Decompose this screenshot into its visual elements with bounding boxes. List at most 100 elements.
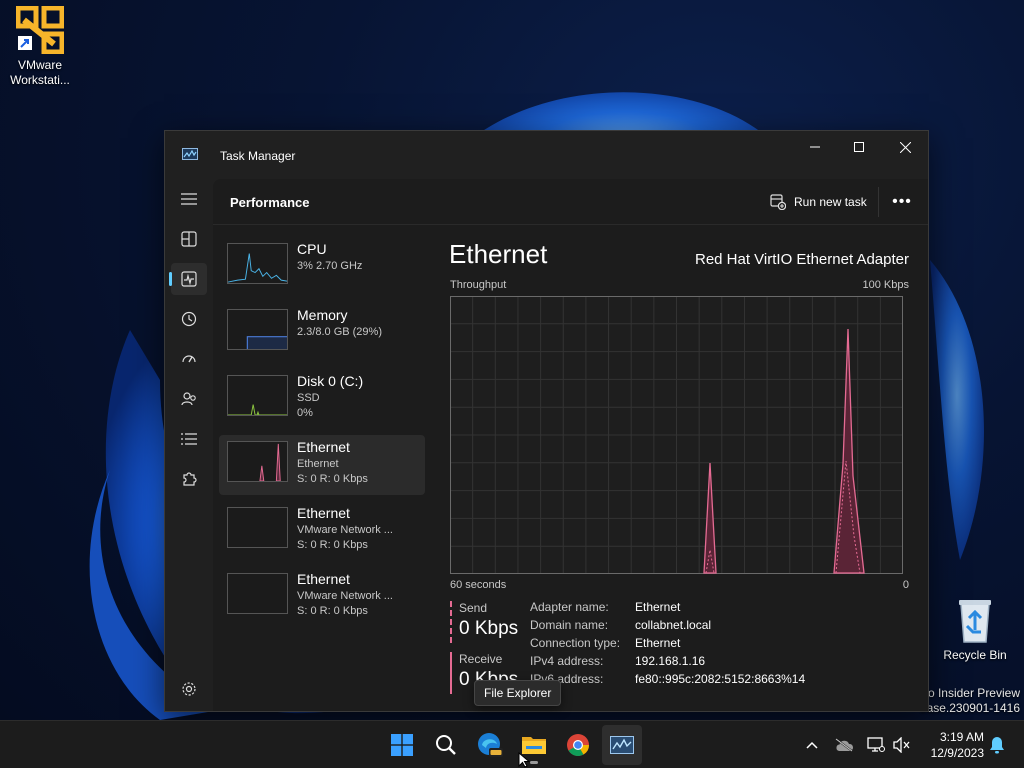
desktop-icon-vmware[interactable]: VMware Workstati... [0, 5, 80, 88]
page-title: Performance [230, 195, 310, 210]
property-key: IPv4 address: [530, 654, 604, 668]
property-row: IPv6 address: fe80::995c:2082:5152:8663%… [530, 672, 805, 690]
device-ethernet-vmware-1[interactable]: Ethernet VMware Network ... S: 0 R: 0 Kb… [219, 501, 425, 561]
device-list: CPU 3% 2.70 GHz Memory 2.3/8.0 GB (29%) … [219, 237, 425, 633]
search-button[interactable] [426, 725, 466, 765]
taskbar-task-manager[interactable] [602, 725, 642, 765]
device-stat: S: 0 R: 0 Kbps [297, 473, 368, 485]
system-clock[interactable]: 3:19 AM 12/9/2023 [918, 729, 984, 761]
throughput-label: Throughput [450, 279, 507, 291]
nav-app-history[interactable] [171, 303, 207, 335]
property-value: 192.168.1.16 [635, 654, 706, 668]
nav-performance[interactable] [169, 263, 207, 295]
property-key: Adapter name: [530, 600, 609, 614]
network-monitor-icon [867, 737, 885, 752]
device-disk[interactable]: Disk 0 (C:) SSD 0% [219, 369, 425, 429]
nav-menu-button[interactable] [171, 183, 207, 215]
watermark-line: ease.230901-1416 [919, 701, 1020, 715]
property-value: Ethernet [635, 636, 681, 650]
more-icon: ••• [892, 193, 912, 210]
desktop-icon-recycle-bin[interactable]: Recycle Bin [935, 596, 1015, 662]
device-type: Ethernet [297, 458, 339, 470]
zero-axis-label: 0 [902, 579, 909, 591]
taskbar-edge[interactable] [470, 725, 510, 765]
page-header: Performance Run new task ••• [213, 179, 928, 225]
property-value: collabnet.local [635, 618, 712, 632]
property-value: Ethernet [635, 600, 681, 614]
device-name: Ethernet [297, 571, 350, 587]
device-memory[interactable]: Memory 2.3/8.0 GB (29%) [219, 303, 425, 363]
maximize-icon [854, 142, 864, 152]
nav-services[interactable] [171, 463, 207, 495]
device-name: Ethernet [297, 505, 350, 521]
device-name: CPU [297, 241, 327, 257]
vmware-icon [15, 5, 65, 55]
more-options-button[interactable]: ••• [889, 189, 915, 215]
device-ethernet-selected[interactable]: Ethernet Ethernet S: 0 R: 0 Kbps [219, 435, 425, 495]
device-stat: 3% 2.70 GHz [297, 260, 363, 272]
receive-label: Receive [459, 652, 503, 666]
show-hidden-icons-button[interactable] [800, 733, 824, 757]
nav-startup-apps[interactable] [171, 343, 207, 375]
performance-content: Performance Run new task ••• CPU 3% 2.70… [213, 179, 928, 711]
title-bar[interactable]: Task Manager [165, 131, 928, 179]
device-stat: S: 0 R: 0 Kbps [297, 539, 368, 551]
device-stat: 2.3/8.0 GB (29%) [297, 326, 382, 338]
ethernet-thumbnail-graph [227, 507, 288, 548]
nav-settings[interactable] [171, 673, 207, 705]
minimize-icon [810, 146, 820, 148]
minimize-button[interactable] [792, 131, 838, 163]
property-row: Connection type: Ethernet [530, 636, 805, 654]
disk-thumbnail-graph [227, 375, 288, 416]
run-new-task-button[interactable]: Run new task [766, 189, 871, 215]
property-row: IPv4 address: 192.168.1.16 [530, 654, 805, 672]
device-type: VMware Network ... [297, 590, 393, 602]
property-value: fe80::995c:2082:5152:8663%14 [635, 672, 806, 686]
device-ethernet-vmware-2[interactable]: Ethernet VMware Network ... S: 0 R: 0 Kb… [219, 567, 425, 627]
detail-title: Ethernet [449, 239, 548, 269]
taskbar-chrome[interactable] [558, 725, 598, 765]
users-icon [181, 392, 196, 406]
device-type: SSD [297, 392, 320, 404]
performance-icon [181, 271, 197, 287]
nav-details[interactable] [171, 423, 207, 455]
speedometer-icon [182, 355, 196, 363]
os-watermark: ro Insider Preview ease.230901-1416 [920, 686, 1020, 715]
desktop-icon-label: VMware Workstati... [10, 58, 70, 87]
send-value: 0 Kbps [459, 618, 519, 639]
volume-muted-icon [893, 737, 910, 753]
chrome-icon [567, 734, 589, 756]
property-key: Connection type: [530, 636, 621, 650]
send-stat: Send 0 Kbps [450, 601, 530, 643]
list-icon [181, 433, 197, 445]
nav-users[interactable] [171, 383, 207, 415]
close-icon [899, 141, 911, 153]
start-button[interactable] [382, 725, 422, 765]
navigation-rail [165, 179, 213, 711]
processes-icon [181, 231, 197, 247]
device-cpu[interactable]: CPU 3% 2.70 GHz [219, 237, 425, 297]
ethernet-thumbnail-graph [227, 441, 288, 482]
cpu-thumbnail-graph [227, 243, 288, 284]
hamburger-icon [181, 193, 197, 205]
nav-processes[interactable] [171, 223, 207, 255]
device-name: Memory [297, 307, 348, 323]
window-title: Task Manager [220, 149, 296, 163]
close-button[interactable] [882, 131, 928, 163]
windows-logo-icon [391, 734, 413, 756]
puzzle-icon [183, 472, 197, 486]
maximize-button[interactable] [836, 131, 882, 163]
desktop-icon-label: Recycle Bin [943, 648, 1007, 662]
notifications-button[interactable] [985, 733, 1009, 757]
network-tray-button[interactable] [864, 733, 888, 757]
search-icon [436, 735, 456, 755]
throughput-graph [450, 296, 903, 574]
memory-thumbnail-graph [227, 309, 288, 350]
recycle-bin-icon [951, 596, 999, 644]
run-new-task-label: Run new task [794, 195, 867, 209]
onedrive-tray-button[interactable] [832, 733, 856, 757]
header-separator [878, 187, 879, 217]
edge-beta-icon [478, 733, 503, 757]
send-label: Send [459, 601, 488, 615]
volume-tray-button[interactable] [890, 733, 914, 757]
